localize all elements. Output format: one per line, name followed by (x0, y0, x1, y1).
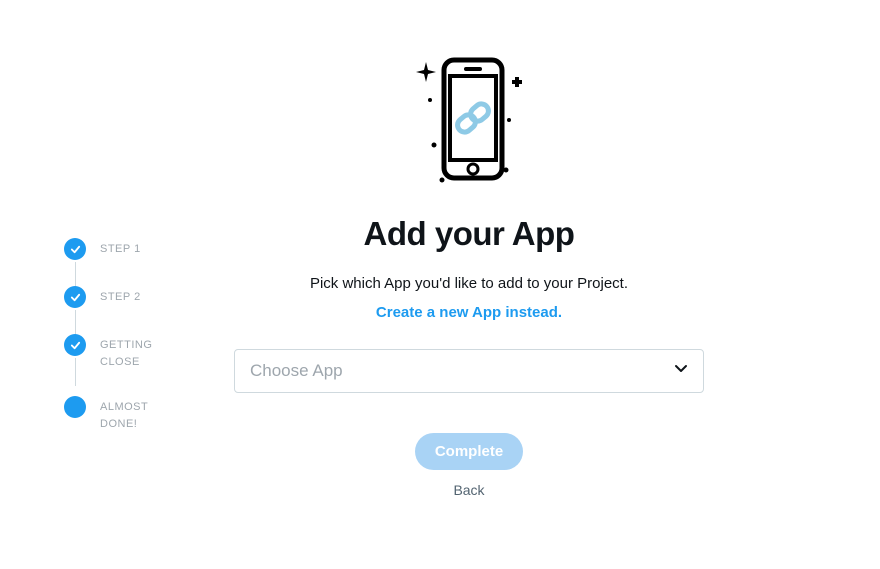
step-1-circle (64, 238, 86, 260)
step-4-circle (64, 396, 86, 418)
step-3-label: GETTING CLOSE (100, 334, 170, 370)
step-1-label: STEP 1 (100, 238, 141, 258)
step-3: GETTING CLOSE (64, 334, 184, 370)
step-2-circle (64, 286, 86, 308)
phone-link-illustration (404, 50, 534, 195)
page-subtitle: Pick which App you'd like to add to your… (234, 275, 704, 292)
step-4-label: ALMOST DONE! (100, 396, 170, 432)
complete-button[interactable]: Complete (415, 433, 523, 470)
progress-stepper: STEP 1 STEP 2 GETTING CLOSE ALMOST DONE! (64, 238, 184, 458)
step-3-circle (64, 334, 86, 356)
main-content: Add your App Pick which App you'd like t… (234, 50, 704, 498)
page-heading: Add your App (234, 215, 704, 253)
step-1: STEP 1 (64, 238, 184, 260)
check-icon (70, 292, 81, 303)
check-icon (70, 244, 81, 255)
step-4: ALMOST DONE! (64, 396, 184, 432)
app-select-placeholder: Choose App (250, 361, 343, 381)
step-2-label: STEP 2 (100, 286, 141, 306)
step-2: STEP 2 (64, 286, 184, 308)
create-new-app-link[interactable]: Create a new App instead. (376, 304, 562, 321)
check-icon (70, 340, 81, 351)
back-button[interactable]: Back (453, 482, 484, 498)
app-select[interactable]: Choose App (234, 349, 704, 393)
app-select-container: Choose App (234, 349, 704, 393)
